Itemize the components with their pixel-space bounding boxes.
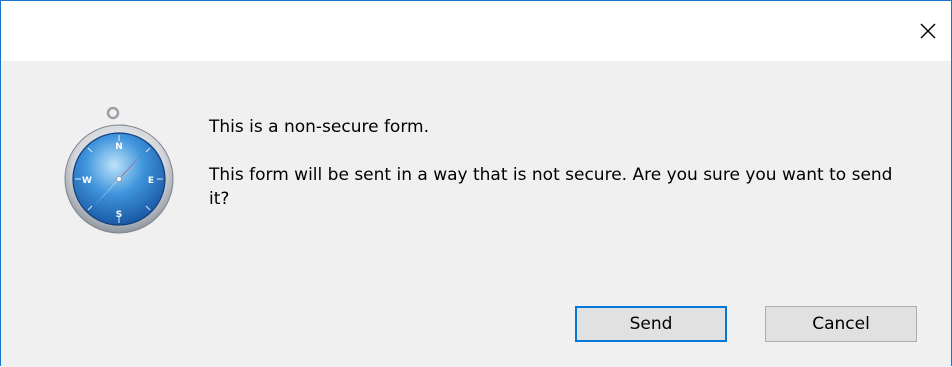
close-button[interactable] <box>905 1 951 61</box>
close-icon <box>920 23 936 39</box>
svg-text:W: W <box>82 176 92 186</box>
cancel-button[interactable]: Cancel <box>765 306 917 342</box>
svg-text:N: N <box>115 142 123 152</box>
safari-compass-icon: N S W E <box>63 105 185 237</box>
dialog-message: This form will be sent in a way that is … <box>209 165 893 209</box>
dialog-title: This is a non-secure form. <box>209 117 429 137</box>
dialog-content: N S W E This is a non-secure form. This … <box>1 61 951 367</box>
svg-text:E: E <box>148 176 154 186</box>
dialog-window: N S W E This is a non-secure form. This … <box>0 0 952 367</box>
svg-text:S: S <box>116 210 122 220</box>
title-bar <box>1 1 951 61</box>
send-button[interactable]: Send <box>575 306 727 342</box>
